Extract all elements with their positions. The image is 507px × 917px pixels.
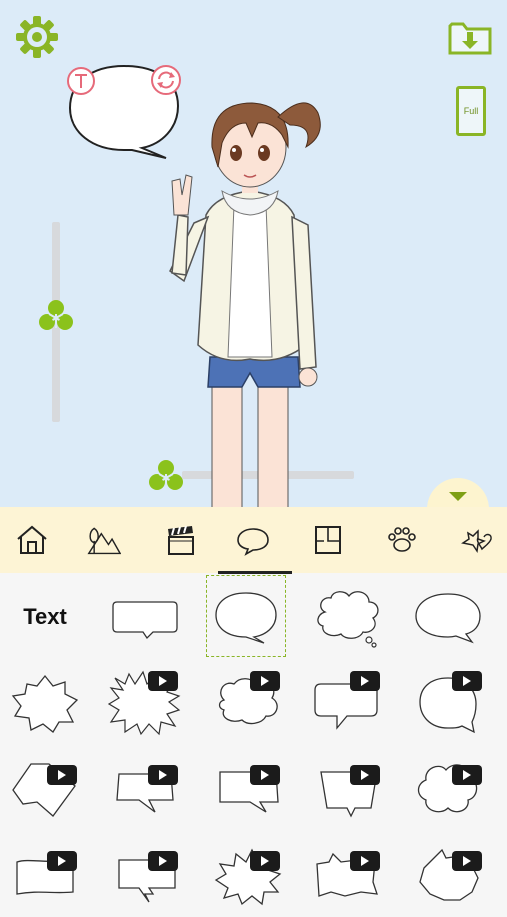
bubble-cloud-3[interactable] (406, 747, 490, 831)
bubble-cloud[interactable] (305, 575, 389, 659)
bubble-wavy-rect[interactable] (3, 833, 87, 917)
bubble-grid: Text (0, 575, 507, 906)
text-option[interactable]: Text (3, 575, 87, 659)
bubble-burst[interactable] (103, 661, 187, 745)
video-ad-badge-icon (452, 671, 482, 691)
text-t-icon[interactable] (66, 66, 96, 96)
category-toolbar (0, 507, 507, 573)
video-ad-badge-icon (250, 851, 280, 871)
video-ad-badge-icon (250, 765, 280, 785)
video-ad-badge-icon (250, 671, 280, 691)
video-ad-badge-icon (350, 671, 380, 691)
folder-download-icon[interactable] (447, 20, 493, 56)
bubble-trapezoid[interactable] (305, 747, 389, 831)
video-ad-badge-icon (148, 765, 178, 785)
full-toggle-button[interactable]: Full (456, 86, 486, 136)
scenery-icon[interactable] (87, 523, 122, 557)
active-tab-indicator (218, 571, 292, 574)
rotate-icon[interactable] (150, 64, 182, 96)
bubble-jagged-rect[interactable] (305, 833, 389, 917)
video-ad-badge-icon (350, 851, 380, 871)
bubble-rect-zigzag-tail[interactable] (103, 833, 187, 917)
home-icon[interactable] (15, 523, 49, 557)
vertical-slider-handle[interactable] (36, 296, 76, 336)
bubble-oval-tail-right[interactable] (406, 575, 490, 659)
video-ad-badge-icon (47, 765, 77, 785)
video-ad-badge-icon (148, 671, 178, 691)
video-ad-badge-icon (452, 851, 482, 871)
bubble-rounded-rect[interactable] (103, 575, 187, 659)
clapperboard-icon[interactable] (164, 523, 198, 557)
video-ad-badge-icon (148, 851, 178, 871)
full-label: Full (463, 106, 479, 116)
bubble-rounded-rect-2[interactable] (305, 661, 389, 745)
text-option-label: Text (23, 604, 67, 629)
panel-layout-icon[interactable] (311, 523, 345, 557)
character-figure[interactable] (160, 95, 340, 507)
bubble-spiky[interactable] (3, 661, 87, 745)
bubble-diamond[interactable] (3, 747, 87, 831)
bubble-round-tail[interactable] (406, 661, 490, 745)
bubble-cloud-2[interactable] (206, 661, 290, 745)
gear-icon[interactable] (14, 14, 60, 60)
speech-bubble-icon[interactable] (236, 523, 270, 557)
stamp-icon[interactable] (460, 523, 494, 557)
bubble-angled[interactable] (103, 747, 187, 831)
bubble-box-tail[interactable] (206, 747, 290, 831)
bubble-octagon-spiky[interactable] (406, 833, 490, 917)
paw-icon[interactable] (385, 523, 419, 557)
chevron-down-icon (449, 492, 467, 501)
bubble-oval[interactable] (206, 575, 286, 657)
video-ad-badge-icon (350, 765, 380, 785)
comic-canvas[interactable]: Full (0, 0, 507, 507)
bubble-starburst[interactable] (206, 833, 290, 917)
video-ad-badge-icon (47, 851, 77, 871)
video-ad-badge-icon (452, 765, 482, 785)
